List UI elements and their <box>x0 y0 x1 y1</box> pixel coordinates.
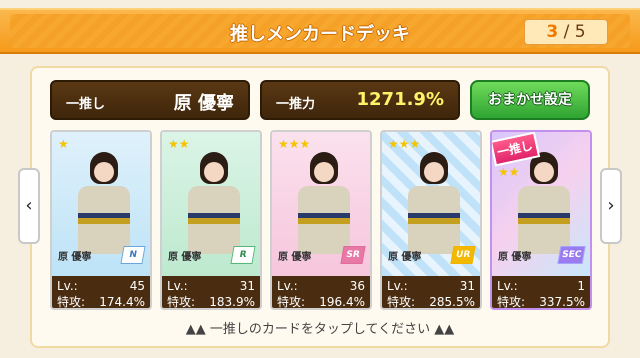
level-value: 45 <box>129 279 145 293</box>
card-stats: Lv.: 36 特攻: 196.4% <box>272 276 370 309</box>
oshi-info-box: 一推し 原 優寧 <box>50 80 250 120</box>
prev-page-button[interactable]: ‹ <box>18 168 40 244</box>
member-face <box>314 162 334 182</box>
costume-belt <box>298 218 350 224</box>
member-face <box>424 162 444 182</box>
card-member-name: 原 優寧 <box>278 252 312 263</box>
oshi-label: 一推し <box>66 97 106 112</box>
bonus-value: 183.9% <box>209 295 255 309</box>
page-total: 5 <box>574 22 586 42</box>
star-icon: ★ <box>58 137 69 151</box>
power-label: 一推力 <box>276 97 316 112</box>
header-bar: 推しメンカードデッキ 3 / 5 <box>0 8 640 54</box>
card-art: ★★ 原 優寧 R <box>162 132 260 276</box>
page-current: 3 <box>546 22 559 42</box>
rarity-badge: R <box>230 246 256 264</box>
costume-belt <box>78 218 130 224</box>
chevron-left-icon: ‹ <box>25 195 33 216</box>
level-label: Lv.: <box>277 279 298 293</box>
deck-card[interactable]: ★★ 原 優寧 SEC 一推し Lv.: 1 特攻: 337.5% <box>490 130 592 310</box>
card-art: ★★ 原 優寧 SEC 一推し <box>492 132 590 276</box>
bonus-value: 174.4% <box>99 295 145 309</box>
card-member-name: 原 優寧 <box>498 252 532 263</box>
card-member-name: 原 優寧 <box>168 252 202 263</box>
rarity-badge: SEC <box>557 246 586 264</box>
bonus-value: 337.5% <box>539 295 585 309</box>
level-value: 1 <box>577 279 585 293</box>
deck-card[interactable]: ★★★ 原 優寧 UR Lv.: 31 特攻: 285.5% <box>380 130 482 310</box>
card-stats: Lv.: 31 特攻: 183.9% <box>162 276 260 309</box>
card-member-name: 原 優寧 <box>388 252 422 263</box>
costume-belt <box>408 218 460 224</box>
next-page-button[interactable]: › <box>600 168 622 244</box>
rarity-badge: SR <box>340 246 366 264</box>
card-art: ★ 原 優寧 N <box>52 132 150 276</box>
card-stats: Lv.: 45 特攻: 174.4% <box>52 276 150 309</box>
power-value: 1271.9% <box>356 89 445 110</box>
deck-card[interactable]: ★★★ 原 優寧 SR Lv.: 36 特攻: 196.4% <box>270 130 372 310</box>
card-stats: Lv.: 1 特攻: 337.5% <box>492 276 590 309</box>
bonus-value: 285.5% <box>429 295 475 309</box>
star-icon: ★★★ <box>388 137 421 151</box>
card-art: ★★★ 原 優寧 UR <box>382 132 480 276</box>
deck-card[interactable]: ★★ 原 優寧 R Lv.: 31 特攻: 183.9% <box>160 130 262 310</box>
star-icon: ★★ <box>498 165 520 179</box>
power-info-box: 一推力 1271.9% <box>260 80 460 120</box>
card-member-name: 原 優寧 <box>58 252 92 263</box>
oshi-value: 原 優寧 <box>173 93 234 114</box>
bonus-value: 196.4% <box>319 295 365 309</box>
level-label: Lv.: <box>167 279 188 293</box>
bonus-label: 特攻: <box>497 295 526 309</box>
member-face <box>94 162 114 182</box>
bonus-label: 特攻: <box>387 295 416 309</box>
deck-card[interactable]: ★ 原 優寧 N Lv.: 45 特攻: 174.4% <box>50 130 152 310</box>
omakase-button[interactable]: おまかせ設定 <box>470 80 590 120</box>
chevron-right-icon: › <box>607 195 615 216</box>
star-icon: ★★★ <box>278 137 311 151</box>
card-stats: Lv.: 31 特攻: 285.5% <box>382 276 480 309</box>
costume-belt <box>518 218 570 224</box>
page-indicator: 3 / 5 <box>524 19 608 45</box>
member-face <box>534 162 554 182</box>
instruction-hint: ▲▲ 一推しのカードをタップしてください ▲▲ <box>185 322 455 337</box>
member-face <box>204 162 224 182</box>
level-label: Lv.: <box>57 279 78 293</box>
level-value: 36 <box>349 279 365 293</box>
rarity-badge: N <box>120 246 146 264</box>
page-separator: / <box>563 22 570 42</box>
level-label: Lv.: <box>387 279 408 293</box>
costume-belt <box>188 218 240 224</box>
rarity-badge: UR <box>450 246 476 264</box>
level-label: Lv.: <box>497 279 518 293</box>
star-icon: ★★ <box>168 137 190 151</box>
bonus-label: 特攻: <box>167 295 196 309</box>
bonus-label: 特攻: <box>57 295 86 309</box>
card-art: ★★★ 原 優寧 SR <box>272 132 370 276</box>
bonus-label: 特攻: <box>277 295 306 309</box>
level-value: 31 <box>239 279 255 293</box>
level-value: 31 <box>459 279 475 293</box>
